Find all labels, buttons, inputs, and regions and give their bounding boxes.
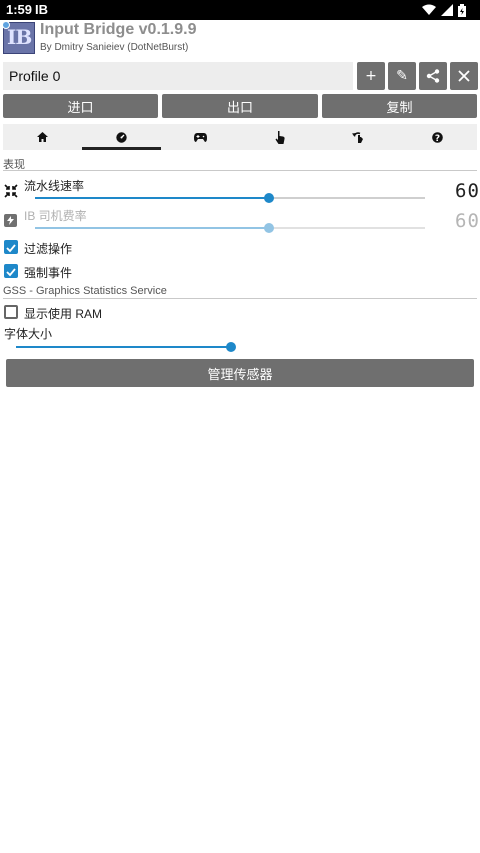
tab-rotate[interactable] <box>319 124 398 150</box>
tab-home[interactable] <box>3 124 82 150</box>
ib-driver-rate-slider[interactable] <box>264 223 274 233</box>
export-button[interactable]: 出口 <box>162 94 318 118</box>
edit-profile-button[interactable]: ✎ <box>388 62 416 90</box>
touch-icon <box>275 130 285 144</box>
gamepad-icon <box>194 132 207 142</box>
import-button[interactable]: 进口 <box>3 94 158 118</box>
share-profile-button[interactable] <box>419 62 447 90</box>
tab-help[interactable]: ? <box>398 124 477 150</box>
pipeline-rate-value: 60 <box>455 180 480 202</box>
profile-name-field[interactable]: Profile 0 <box>3 62 353 90</box>
font-size-slider[interactable] <box>226 342 236 352</box>
section-divider <box>3 298 477 299</box>
section-divider <box>3 170 477 171</box>
ib-driver-rate-fill <box>35 227 269 229</box>
manage-sensors-button[interactable]: 管理传感器 <box>6 359 474 387</box>
compress-icon <box>4 184 18 198</box>
battery-icon <box>458 3 466 17</box>
force-events-label: 强制事件 <box>24 266 73 280</box>
lightning-icon <box>4 214 17 227</box>
help-icon: ? <box>432 131 443 143</box>
plus-icon: + <box>365 68 377 84</box>
tab-bar: ? <box>3 124 477 150</box>
close-icon <box>458 70 470 82</box>
tab-touch[interactable] <box>240 124 319 150</box>
status-bar: 1:59 IB <box>0 0 480 20</box>
add-profile-button[interactable]: + <box>357 62 385 90</box>
pipeline-rate-label: 流水线速率 <box>24 179 85 193</box>
filter-ops-checkbox[interactable] <box>4 240 18 254</box>
section-gss-label: GSS - Graphics Statistics Service <box>3 285 167 297</box>
home-icon <box>37 132 48 142</box>
svg-text:?: ? <box>435 133 440 142</box>
share-icon <box>426 69 440 83</box>
checkmark-icon <box>6 244 16 253</box>
pencil-icon: ✎ <box>396 68 408 84</box>
show-ram-checkbox[interactable] <box>4 305 18 319</box>
show-ram-label: 显示使用 RAM <box>24 307 103 321</box>
wifi-icon <box>422 4 436 15</box>
ib-driver-rate-label: IB 司机费率 <box>24 209 87 223</box>
speedometer-icon <box>116 131 127 143</box>
app-logo: IB <box>2 21 35 54</box>
font-size-fill <box>16 346 231 348</box>
app-subtitle: By Dmitry Sanieiev (DotNetBurst) <box>40 42 189 53</box>
delete-profile-button[interactable] <box>450 62 478 90</box>
logo-dot-icon <box>2 21 10 29</box>
app-title: Input Bridge v0.1.9.9 <box>40 21 197 38</box>
ib-driver-rate-value: 60 <box>455 210 480 232</box>
status-time: 1:59 <box>6 2 33 17</box>
pipeline-rate-fill <box>35 197 269 199</box>
force-events-checkbox[interactable] <box>4 264 18 278</box>
pipeline-rate-slider[interactable] <box>264 193 274 203</box>
signal-icon <box>441 4 453 16</box>
app-notification-icon: IB <box>35 2 48 17</box>
copy-button[interactable]: 复制 <box>322 94 477 118</box>
rotate-icon <box>352 131 363 143</box>
checkmark-icon <box>6 268 16 277</box>
tab-selected-indicator <box>82 147 161 150</box>
profile-row: Profile 0 + ✎ <box>3 62 478 90</box>
filter-ops-label: 过滤操作 <box>24 242 73 256</box>
tab-gamepad[interactable] <box>161 124 240 150</box>
font-size-label: 字体大小 <box>4 327 53 341</box>
